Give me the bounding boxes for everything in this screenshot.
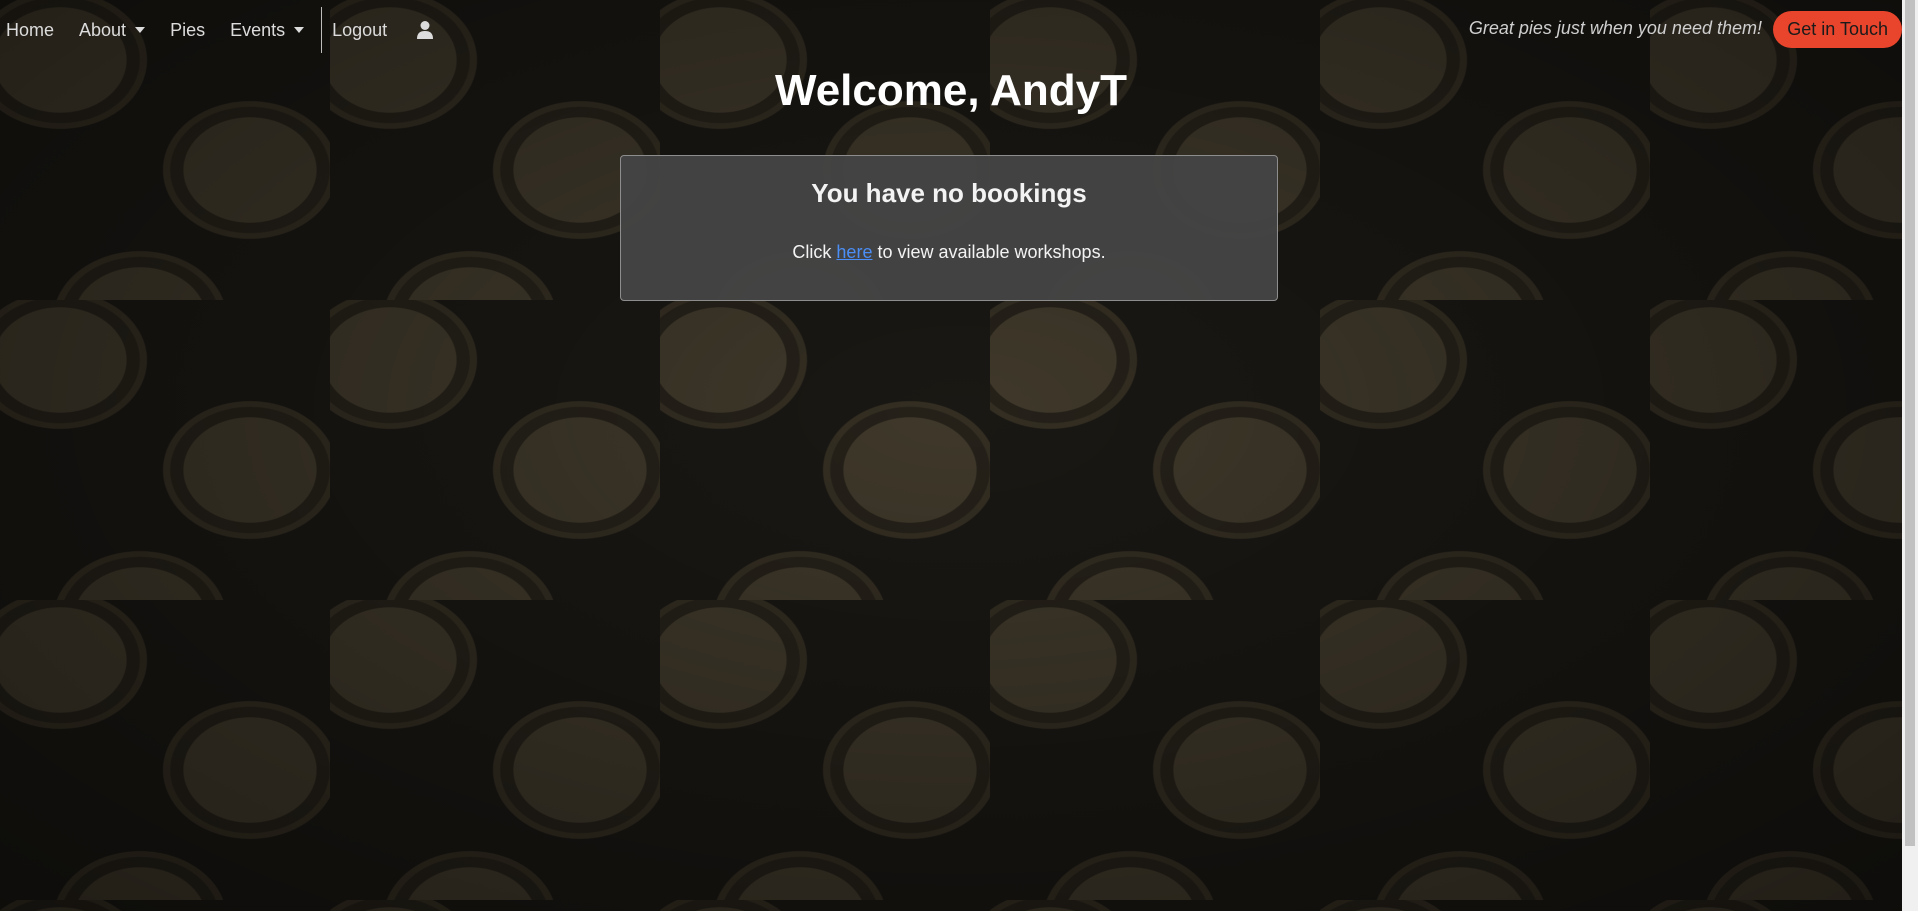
nav-events-dropdown[interactable]: Events bbox=[230, 20, 317, 41]
page-title: Welcome, AndyT bbox=[774, 66, 1128, 115]
user-icon[interactable] bbox=[416, 20, 434, 40]
nav-about-label: About bbox=[79, 19, 127, 40]
dropdown-caret-icon bbox=[294, 27, 305, 33]
dropdown-caret-icon bbox=[135, 27, 146, 33]
nav-menu: Home About Pies Events Logout bbox=[6, 7, 434, 53]
top-navbar: Home About Pies Events Logout Great pies… bbox=[0, 0, 1902, 60]
nav-pies[interactable]: Pies bbox=[170, 20, 218, 41]
scrollbar-thumb[interactable] bbox=[1905, 0, 1915, 846]
get-in-touch-button[interactable]: Get in Touch bbox=[1773, 11, 1902, 48]
nav-pies-label: Pies bbox=[170, 19, 206, 40]
nav-about-dropdown[interactable]: About bbox=[79, 20, 158, 41]
nav-divider bbox=[321, 7, 323, 53]
nav-logout[interactable]: Logout bbox=[332, 20, 400, 41]
bookings-card-text: Click here to view available workshops. bbox=[621, 242, 1277, 263]
nav-logout-label: Logout bbox=[332, 19, 388, 40]
workshops-link[interactable]: here bbox=[836, 242, 872, 262]
tagline: Great pies just when you need them! bbox=[1468, 18, 1762, 38]
bookings-card-title: You have no bookings bbox=[811, 178, 1087, 208]
bookings-card: You have no bookings Click here to view … bbox=[620, 155, 1278, 301]
nav-home-label: Home bbox=[6, 19, 55, 40]
nav-home[interactable]: Home bbox=[6, 20, 67, 41]
nav-events-label: Events bbox=[230, 19, 286, 40]
vertical-scrollbar[interactable] bbox=[1902, 0, 1918, 911]
background-image bbox=[0, 0, 1918, 911]
text-after-link: to view available workshops. bbox=[872, 242, 1106, 262]
text-before-link: Click bbox=[792, 242, 837, 262]
